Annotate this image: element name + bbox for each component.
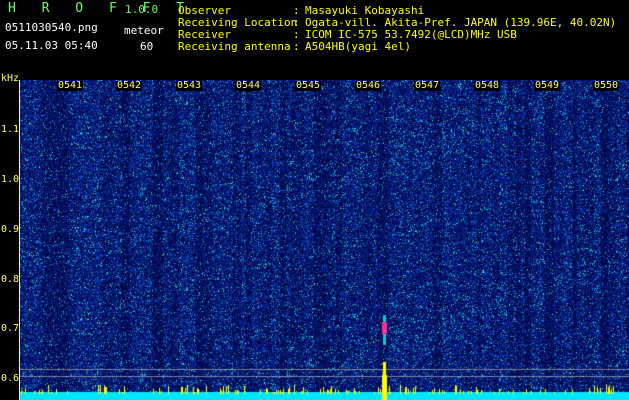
y-tick-label: 1.1 — [1, 124, 20, 135]
y-tick-label: 0.7 — [1, 323, 20, 334]
meteor-count: 60 — [140, 40, 154, 53]
info-colon: : — [293, 40, 300, 53]
app-version: 1.0.0 — [125, 3, 159, 16]
y-tick-label: 0.6 — [1, 373, 20, 384]
info-antenna-key: Receiving antenna — [178, 40, 291, 53]
info-colon: : — [293, 4, 300, 17]
info-observer-key: Observer — [178, 4, 231, 17]
info-colon: : — [293, 16, 300, 29]
y-axis-unit-label: kHz — [1, 73, 20, 84]
info-receiver-value: ICOM IC-575 53.7492(@LCD)MHz USB — [305, 28, 517, 41]
app-title: H R O F F T — [8, 1, 194, 16]
time-tick-label: 0547 — [414, 80, 441, 91]
time-tick-label: 0548 — [474, 80, 501, 91]
meteor-label: meteor — [124, 24, 164, 37]
y-axis-line — [19, 80, 20, 400]
spectrogram-canvas — [20, 80, 629, 400]
info-colon: : — [293, 28, 300, 41]
info-receiver-key: Receiver — [178, 28, 231, 41]
time-tick-label: 0542 — [116, 80, 143, 91]
time-tick-label: 0550 — [593, 80, 620, 91]
time-tick-label: 0544 — [235, 80, 262, 91]
info-location-value: Ogata-vill. Akita-Pref. JAPAN (139.96E, … — [305, 16, 617, 29]
info-antenna-value: A504HB(yagi 4el) — [305, 40, 411, 53]
y-tick-label: 0.9 — [1, 224, 20, 235]
time-tick-label: 0545 — [295, 80, 322, 91]
info-observer-value: Masayuki Kobayashi — [305, 4, 425, 17]
hrofft-spectrogram-window: H R O F F T 1.0.0 0511030540.png 05.11.0… — [0, 0, 629, 400]
date-time: 05.11.03 05:40 — [5, 39, 98, 52]
file-name: 0511030540.png — [5, 21, 98, 34]
time-tick-label: 0543 — [176, 80, 203, 91]
time-tick-label: 0541 — [57, 80, 84, 91]
time-tick-label: 0549 — [534, 80, 561, 91]
y-tick-label: 1.0 — [1, 174, 20, 185]
time-tick-label: 0546 — [355, 80, 382, 91]
y-tick-label: 0.8 — [1, 274, 20, 285]
info-location-key: Receiving Location — [178, 16, 298, 29]
